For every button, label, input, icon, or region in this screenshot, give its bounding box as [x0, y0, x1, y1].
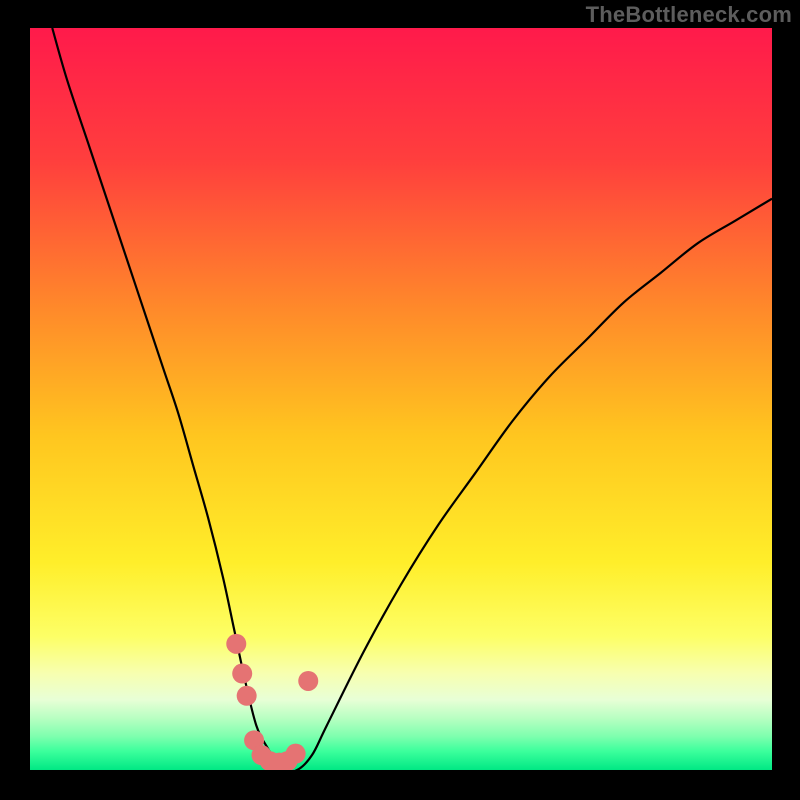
plot-background: [30, 28, 772, 770]
bottleneck-chart: [0, 0, 800, 800]
watermark-text: TheBottleneck.com: [586, 2, 792, 28]
marker-point: [232, 664, 252, 684]
chart-frame: TheBottleneck.com: [0, 0, 800, 800]
marker-point: [226, 634, 246, 654]
marker-point: [237, 686, 257, 706]
marker-point: [286, 744, 306, 764]
marker-point: [298, 671, 318, 691]
